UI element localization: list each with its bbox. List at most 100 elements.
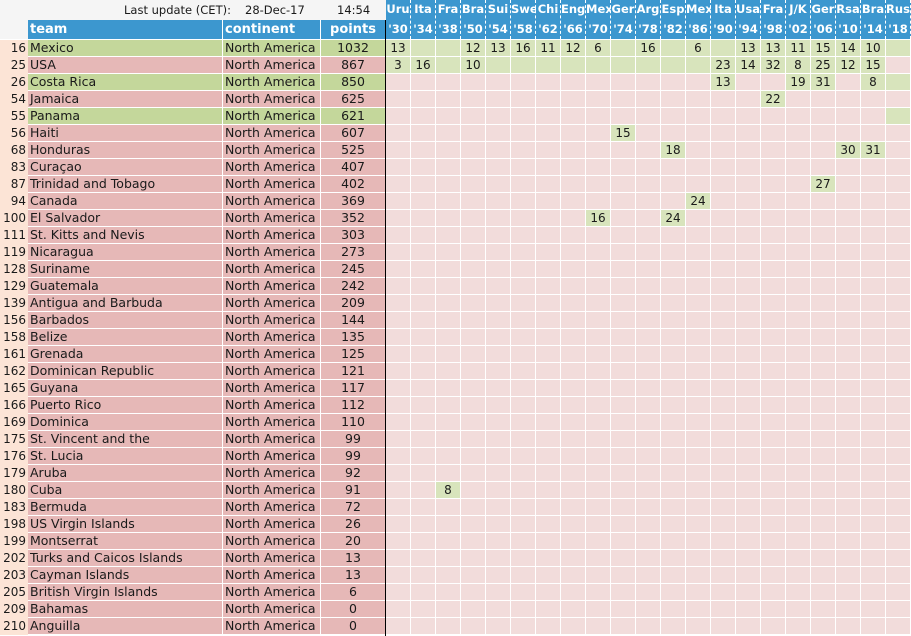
world-cup-empty-cell[interactable]	[536, 499, 560, 515]
world-cup-empty-cell[interactable]	[636, 295, 660, 311]
world-cup-empty-cell[interactable]	[661, 567, 685, 583]
world-cup-empty-cell[interactable]	[411, 261, 435, 277]
world-cup-empty-cell[interactable]	[411, 74, 435, 90]
world-cup-empty-cell[interactable]	[511, 142, 535, 158]
world-cup-empty-cell[interactable]	[586, 278, 610, 294]
world-cup-empty-cell[interactable]	[786, 278, 810, 294]
world-cup-empty-cell[interactable]	[786, 465, 810, 481]
world-cup-empty-cell[interactable]	[511, 465, 535, 481]
world-cup-empty-cell[interactable]	[461, 193, 485, 209]
world-cup-empty-cell[interactable]	[836, 567, 860, 583]
world-cup-empty-cell[interactable]	[711, 533, 735, 549]
world-cup-empty-cell[interactable]	[736, 414, 760, 430]
world-cup-empty-cell[interactable]	[786, 499, 810, 515]
world-cup-empty-cell[interactable]	[686, 380, 710, 396]
points-cell[interactable]: 91	[321, 482, 385, 498]
world-cup-participation-cell[interactable]: 12	[836, 57, 860, 73]
world-cup-empty-cell[interactable]	[711, 618, 735, 634]
rank-cell[interactable]: 156	[0, 312, 28, 329]
world-cup-empty-cell[interactable]	[586, 91, 610, 107]
world-cup-empty-cell[interactable]	[386, 244, 410, 260]
world-cup-empty-cell[interactable]	[536, 618, 560, 634]
world-cup-empty-cell[interactable]	[386, 227, 410, 243]
world-cup-empty-cell[interactable]	[536, 278, 560, 294]
world-cup-empty-cell[interactable]	[511, 584, 535, 600]
world-cup-empty-cell[interactable]	[561, 261, 585, 277]
world-cup-empty-cell[interactable]	[611, 74, 635, 90]
continent-cell[interactable]: North America	[223, 516, 320, 532]
world-cup-empty-cell[interactable]	[436, 312, 460, 328]
world-cup-empty-cell[interactable]	[661, 278, 685, 294]
world-cup-empty-cell[interactable]	[686, 295, 710, 311]
world-cup-empty-cell[interactable]	[586, 448, 610, 464]
world-cup-empty-cell[interactable]	[661, 159, 685, 175]
world-cup-empty-cell[interactable]	[836, 295, 860, 311]
world-cup-empty-cell[interactable]	[736, 584, 760, 600]
world-cup-empty-cell[interactable]	[761, 533, 785, 549]
world-cup-empty-cell[interactable]	[811, 346, 835, 362]
world-cup-empty-cell[interactable]	[811, 380, 835, 396]
points-cell[interactable]: 1032	[321, 40, 385, 56]
world-cup-empty-cell[interactable]	[861, 278, 885, 294]
world-cup-empty-cell[interactable]	[786, 261, 810, 277]
world-cup-empty-cell[interactable]	[611, 380, 635, 396]
world-cup-empty-cell[interactable]	[486, 601, 510, 617]
world-cup-empty-cell[interactable]	[411, 244, 435, 260]
world-cup-empty-cell[interactable]	[511, 499, 535, 515]
world-cup-empty-cell[interactable]	[486, 74, 510, 90]
world-cup-empty-cell[interactable]	[536, 567, 560, 583]
world-cup-empty-cell[interactable]	[661, 261, 685, 277]
world-cup-empty-cell[interactable]	[686, 329, 710, 345]
team-cell[interactable]: St. Lucia	[28, 448, 222, 464]
world-cup-empty-cell[interactable]	[811, 584, 835, 600]
world-cup-empty-cell[interactable]	[561, 550, 585, 566]
world-cup-participation-cell[interactable]	[636, 57, 660, 73]
world-cup-empty-cell[interactable]	[486, 176, 510, 192]
world-cup-participation-cell[interactable]: 15	[861, 57, 885, 73]
continent-cell[interactable]: North America	[223, 159, 320, 175]
world-cup-empty-cell[interactable]	[411, 227, 435, 243]
world-cup-empty-cell[interactable]	[461, 550, 485, 566]
world-cup-empty-cell[interactable]	[711, 346, 735, 362]
world-cup-empty-cell[interactable]	[861, 550, 885, 566]
world-cup-empty-cell[interactable]	[411, 601, 435, 617]
world-cup-empty-cell[interactable]	[386, 346, 410, 362]
world-cup-empty-cell[interactable]	[811, 431, 835, 447]
world-cup-header[interactable]: Uru '30	[386, 0, 411, 39]
world-cup-empty-cell[interactable]	[461, 431, 485, 447]
world-cup-empty-cell[interactable]	[536, 108, 560, 124]
world-cup-participation-cell[interactable]: 14	[836, 40, 860, 56]
world-cup-empty-cell[interactable]	[761, 142, 785, 158]
points-cell[interactable]: 209	[321, 295, 385, 311]
world-cup-empty-cell[interactable]	[861, 91, 885, 107]
world-cup-empty-cell[interactable]	[861, 210, 885, 226]
world-cup-empty-cell[interactable]	[811, 210, 835, 226]
team-cell[interactable]: Honduras	[28, 142, 222, 158]
world-cup-empty-cell[interactable]	[436, 516, 460, 532]
points-cell[interactable]: 92	[321, 465, 385, 481]
world-cup-empty-cell[interactable]	[761, 210, 785, 226]
world-cup-empty-cell[interactable]	[836, 465, 860, 481]
world-cup-empty-cell[interactable]	[636, 567, 660, 583]
world-cup-header[interactable]: Swe '58	[511, 0, 538, 39]
world-cup-participation-cell[interactable]: 19	[786, 74, 810, 90]
world-cup-empty-cell[interactable]	[586, 159, 610, 175]
world-cup-empty-cell[interactable]	[536, 431, 560, 447]
world-cup-empty-cell[interactable]	[836, 516, 860, 532]
world-cup-empty-cell[interactable]	[486, 193, 510, 209]
world-cup-empty-cell[interactable]	[536, 533, 560, 549]
world-cup-empty-cell[interactable]	[711, 210, 735, 226]
world-cup-empty-cell[interactable]	[436, 499, 460, 515]
world-cup-empty-cell[interactable]	[411, 142, 435, 158]
continent-cell[interactable]: North America	[223, 40, 320, 56]
world-cup-empty-cell[interactable]	[761, 346, 785, 362]
world-cup-empty-cell[interactable]	[811, 363, 835, 379]
world-cup-empty-cell[interactable]	[461, 499, 485, 515]
team-cell[interactable]: Turks and Caicos Islands	[28, 550, 222, 566]
world-cup-empty-cell[interactable]	[861, 448, 885, 464]
world-cup-empty-cell[interactable]	[611, 567, 635, 583]
world-cup-empty-cell[interactable]	[886, 57, 910, 73]
world-cup-empty-cell[interactable]	[511, 261, 535, 277]
world-cup-empty-cell[interactable]	[686, 346, 710, 362]
world-cup-empty-cell[interactable]	[661, 380, 685, 396]
